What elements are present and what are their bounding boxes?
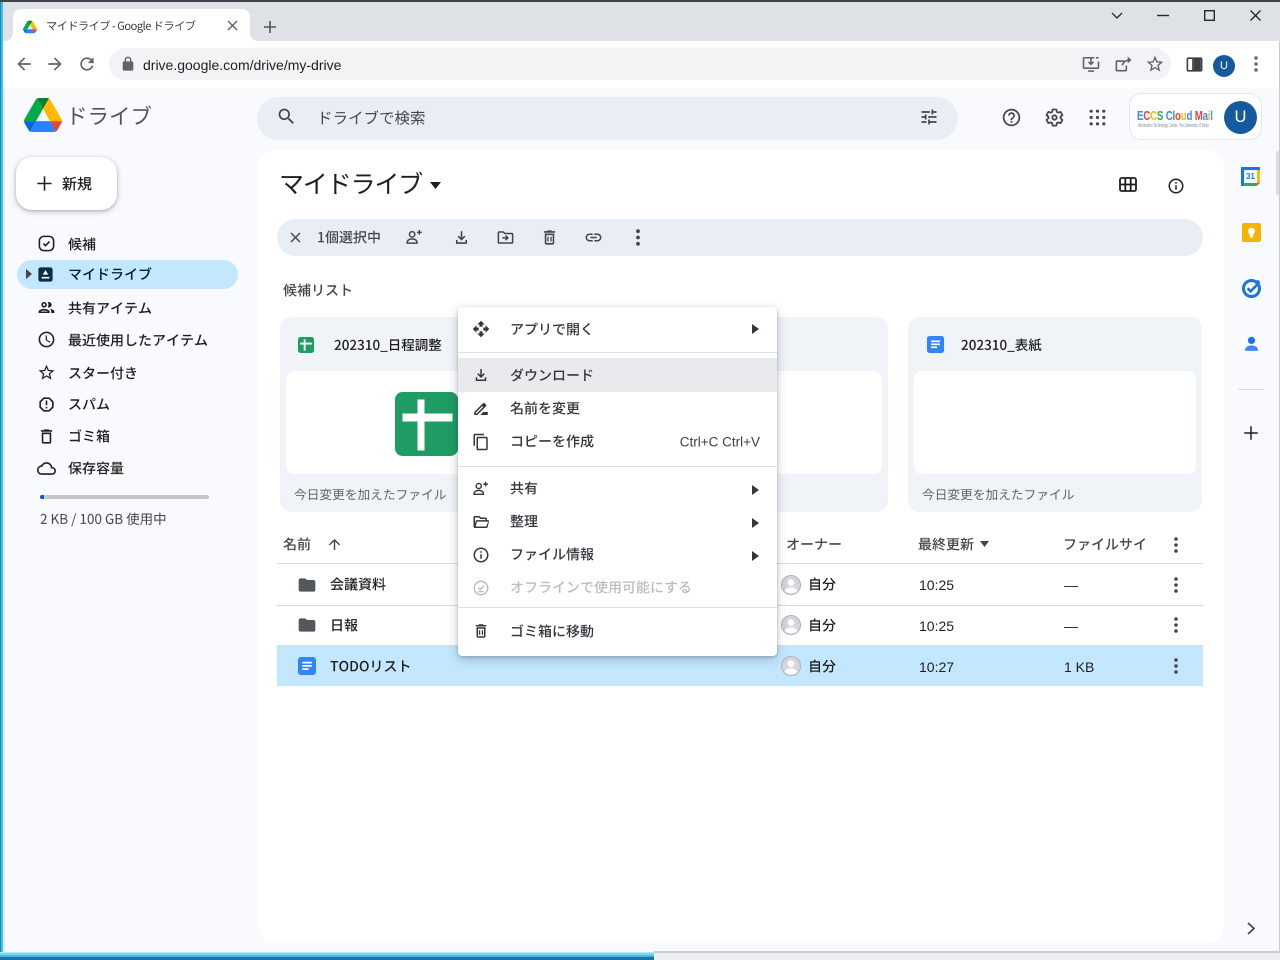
svg-text:31: 31 (1246, 172, 1255, 181)
